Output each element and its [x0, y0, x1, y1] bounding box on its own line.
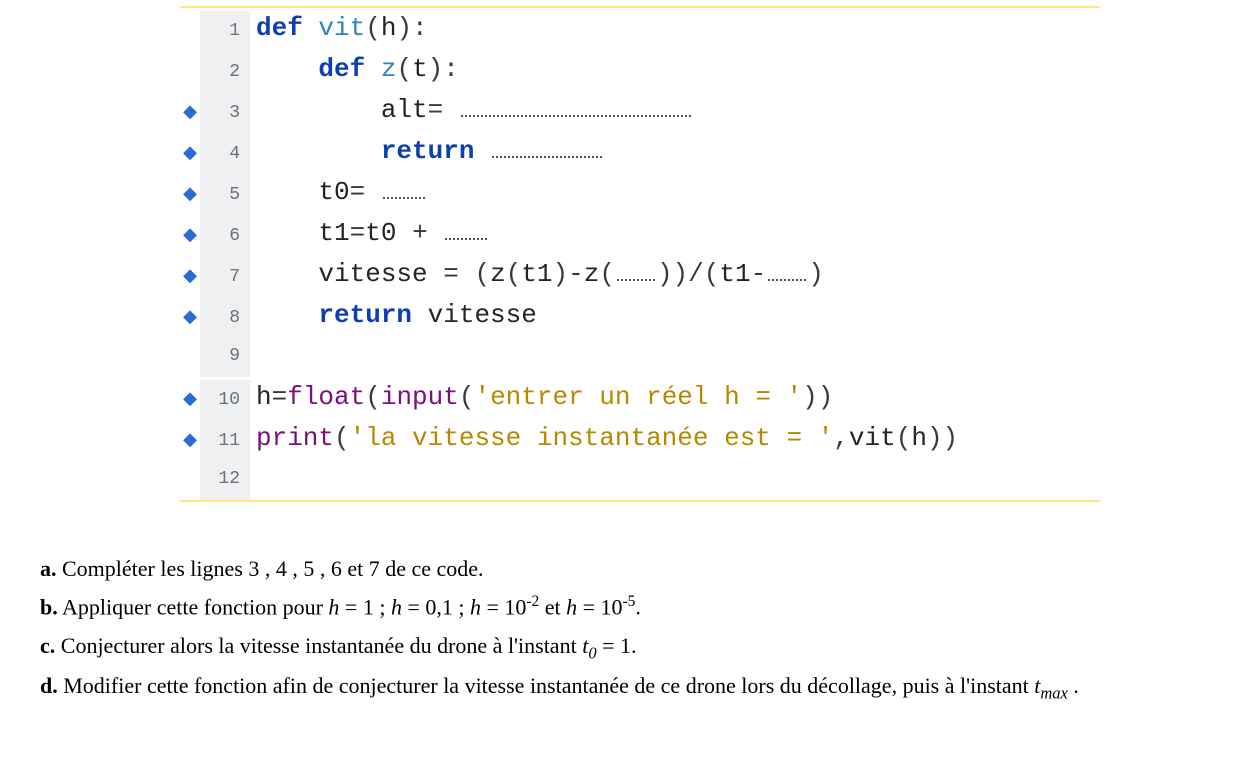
breakpoint-marker-icon: ◆: [180, 380, 200, 421]
line-number: 6: [200, 216, 250, 257]
fill-in-blank: [492, 142, 602, 158]
code-content: vitesse = (z(t1)-z())/(t1-): [250, 254, 824, 295]
code-line: ◆10h=float(input('entrer un réel h = ')): [180, 377, 1100, 418]
line-number: 1: [200, 11, 250, 52]
code-content: return: [250, 131, 604, 172]
line-number: 8: [200, 298, 250, 339]
line-number: 7: [200, 257, 250, 298]
code-line: 9: [180, 336, 1100, 377]
line-number: 11: [200, 421, 250, 462]
fill-in-blank: [461, 101, 691, 117]
line-number: 12: [200, 459, 250, 500]
code-line: ◆4 return: [180, 131, 1100, 172]
code-line: 12: [180, 459, 1100, 500]
fill-in-blank: [383, 183, 425, 199]
line-number: 5: [200, 175, 250, 216]
breakpoint-marker-icon: ◆: [180, 216, 200, 257]
code-editor: 1def vit(h):2 def z(t):◆3 alt= ◆4 return…: [180, 6, 1100, 502]
code-line: ◆5 t0=: [180, 172, 1100, 213]
code-content: return vitesse: [250, 295, 537, 336]
code-content: def z(t):: [250, 49, 459, 90]
exercise-questions: a. Compléter les lignes 3 , 4 , 5 , 6 et…: [40, 552, 1211, 706]
fill-in-blank: [445, 224, 487, 240]
question-a-text: Compléter les lignes 3 , 4 , 5 , 6 et 7 …: [57, 556, 484, 581]
breakpoint-marker-icon: ◆: [180, 134, 200, 175]
code-content: t1=t0 +: [250, 213, 489, 254]
code-line: ◆6 t1=t0 +: [180, 213, 1100, 254]
code-content: t0=: [250, 172, 427, 213]
fill-in-blank: [617, 265, 655, 281]
question-b: b. Appliquer cette fonction pour h = 1 ;…: [40, 590, 1211, 624]
question-a-label: a.: [40, 556, 57, 581]
line-number: 10: [200, 380, 250, 421]
code-line: 1def vit(h):: [180, 8, 1100, 49]
line-number: 4: [200, 134, 250, 175]
code-line: ◆8 return vitesse: [180, 295, 1100, 336]
question-a: a. Compléter les lignes 3 , 4 , 5 , 6 et…: [40, 552, 1211, 586]
code-line: 2 def z(t):: [180, 49, 1100, 90]
code-content: h=float(input('entrer un réel h = ')): [250, 377, 833, 418]
line-number: 2: [200, 52, 250, 93]
breakpoint-marker-icon: ◆: [180, 93, 200, 134]
code-content: print('la vitesse instantanée est = ',vi…: [250, 418, 958, 459]
line-number: 9: [200, 336, 250, 377]
fill-in-blank: [768, 265, 806, 281]
line-number: 3: [200, 93, 250, 134]
code-content: def vit(h):: [250, 8, 428, 49]
code-line: ◆3 alt=: [180, 90, 1100, 131]
breakpoint-marker-icon: ◆: [180, 175, 200, 216]
code-line: ◆11print('la vitesse instantanée est = '…: [180, 418, 1100, 459]
question-c-label: c.: [40, 633, 55, 658]
question-c: c. Conjecturer alors la vitesse instanta…: [40, 629, 1211, 666]
breakpoint-marker-icon: ◆: [180, 257, 200, 298]
question-b-label: b.: [40, 594, 58, 619]
question-d-label: d.: [40, 673, 58, 698]
breakpoint-marker-icon: ◆: [180, 298, 200, 339]
question-d: d. Modifier cette fonction afin de conje…: [40, 669, 1211, 706]
breakpoint-marker-icon: ◆: [180, 421, 200, 462]
code-line: ◆7 vitesse = (z(t1)-z())/(t1-): [180, 254, 1100, 295]
code-content: alt=: [250, 90, 693, 131]
